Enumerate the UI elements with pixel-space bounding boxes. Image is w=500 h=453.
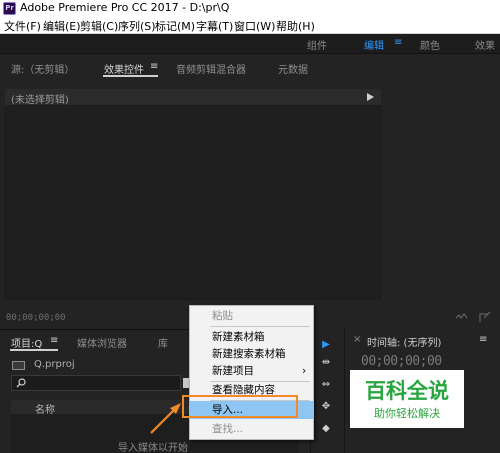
clip-header-label: (未选择剪辑) (11, 95, 69, 106)
tab-project[interactable]: 项目:Q (11, 335, 42, 350)
workspace-menu-icon[interactable]: ≡ (394, 37, 402, 48)
tab-source[interactable]: 源:（无剪辑） (11, 61, 74, 76)
window-title: Adobe Premiere Pro CC 2017 - D:\pr\Q (20, 1, 230, 14)
empty-project-hint: 导入媒体以开始 (118, 443, 188, 453)
tab-effect-controls[interactable]: 效果控件 (104, 61, 144, 76)
tab-menu-icon[interactable]: ≡ (150, 61, 158, 72)
ripple-edit-tool-icon[interactable]: ⇔ (317, 379, 335, 391)
timeline-timecode[interactable]: 00;00;00;00 (361, 354, 442, 369)
project-file-icon (12, 361, 25, 370)
tools-panel: ▶ ⇹ ⇔ ✥ ◆ (310, 329, 340, 453)
menu-item-new-item[interactable]: 新建项目 › (190, 362, 313, 380)
menu-item-new-search-bin[interactable]: 新建搜索素材箱 (190, 345, 313, 363)
search-icon (16, 378, 26, 388)
project-search-input[interactable] (11, 375, 181, 391)
menu-help[interactable]: 帮助(H) (276, 18, 315, 34)
project-file-name: Q.prproj (34, 359, 75, 370)
menu-bar: 文件(F) 编辑(E) 剪辑(C) 序列(S) 标记(M) 字幕(T) 窗口(W… (0, 17, 500, 34)
menu-item-new-item-label: 新建项目 (212, 365, 254, 377)
premiere-app-icon: Pr (3, 2, 16, 15)
rolling-edit-tool-icon[interactable]: ✥ (317, 401, 335, 413)
callout-arrow-icon (150, 403, 181, 434)
workspace-bar: 组件 编辑 ≡ 颜色 效果 (0, 34, 500, 54)
play-triangle-icon[interactable] (367, 93, 374, 101)
menu-item-find: 查找... (212, 423, 244, 435)
workspace-assembly[interactable]: 组件 (307, 37, 327, 52)
menu-item-new-bin[interactable]: 新建素材箱 (190, 328, 313, 346)
source-panel: 源:（无剪辑） 效果控件 ≡ 音频剪辑混合器 元数据 (未选择剪辑) 00;00… (0, 55, 500, 327)
audio-output-icon[interactable] (455, 312, 469, 323)
tab-audio-clip-mixer[interactable]: 音频剪辑混合器 (176, 61, 246, 76)
workspace-color[interactable]: 颜色 (420, 37, 440, 52)
export-icon[interactable] (478, 312, 492, 323)
watermark-sub-text: 助你轻松解决 (374, 407, 440, 420)
menu-separator (210, 326, 310, 327)
razor-tool-icon[interactable]: ◆ (317, 423, 335, 435)
import-callout-box (182, 395, 298, 418)
selection-tool-icon[interactable]: ▶ (317, 339, 335, 351)
close-icon[interactable]: × (353, 334, 361, 345)
timeline-menu-icon[interactable]: ≡ (479, 334, 487, 345)
workspace-effects[interactable]: 效果 (475, 37, 495, 52)
tab-metadata[interactable]: 元数据 (278, 61, 308, 76)
menu-item-paste: 粘贴 (212, 310, 233, 322)
workspace-editing[interactable]: 编辑 (364, 37, 384, 52)
context-menu: 粘贴 新建素材箱 新建搜索素材箱 新建项目 › 查看隐藏内容 导入... 查找.… (189, 305, 314, 440)
menu-clip[interactable]: 剪辑(C) (80, 18, 118, 34)
menu-window[interactable]: 窗口(W) (234, 18, 275, 34)
active-tab-indicator (103, 75, 158, 77)
watermark-main-text: 百科全说 (365, 379, 449, 403)
menu-sequence[interactable]: 序列(S) (118, 18, 156, 34)
watermark-logo: 百科全说 助你轻松解决 (350, 370, 464, 428)
menu-marker[interactable]: 标记(M) (155, 18, 195, 34)
project-tab-indicator (10, 349, 58, 351)
clip-header: (未选择剪辑) (5, 89, 381, 106)
title-bar: Pr Adobe Premiere Pro CC 2017 - D:\pr\Q (0, 0, 500, 17)
menu-title[interactable]: 字幕(T) (196, 18, 233, 34)
menu-edit[interactable]: 编辑(E) (43, 18, 81, 34)
track-select-tool-icon[interactable]: ⇹ (317, 357, 335, 369)
tab-libraries[interactable]: 库 (158, 335, 168, 350)
column-name-label: 名称 (35, 405, 55, 416)
project-tab-menu-icon[interactable]: ≡ (50, 335, 58, 346)
timeline-title[interactable]: 时间轴: (无序列) (367, 334, 441, 349)
source-timecode[interactable]: 00;00;00;00 (6, 313, 66, 323)
effect-controls-area (5, 105, 381, 300)
tab-media-browser[interactable]: 媒体浏览器 (77, 335, 127, 350)
menu-file[interactable]: 文件(F) (4, 18, 41, 34)
submenu-chevron-icon: › (302, 365, 307, 377)
